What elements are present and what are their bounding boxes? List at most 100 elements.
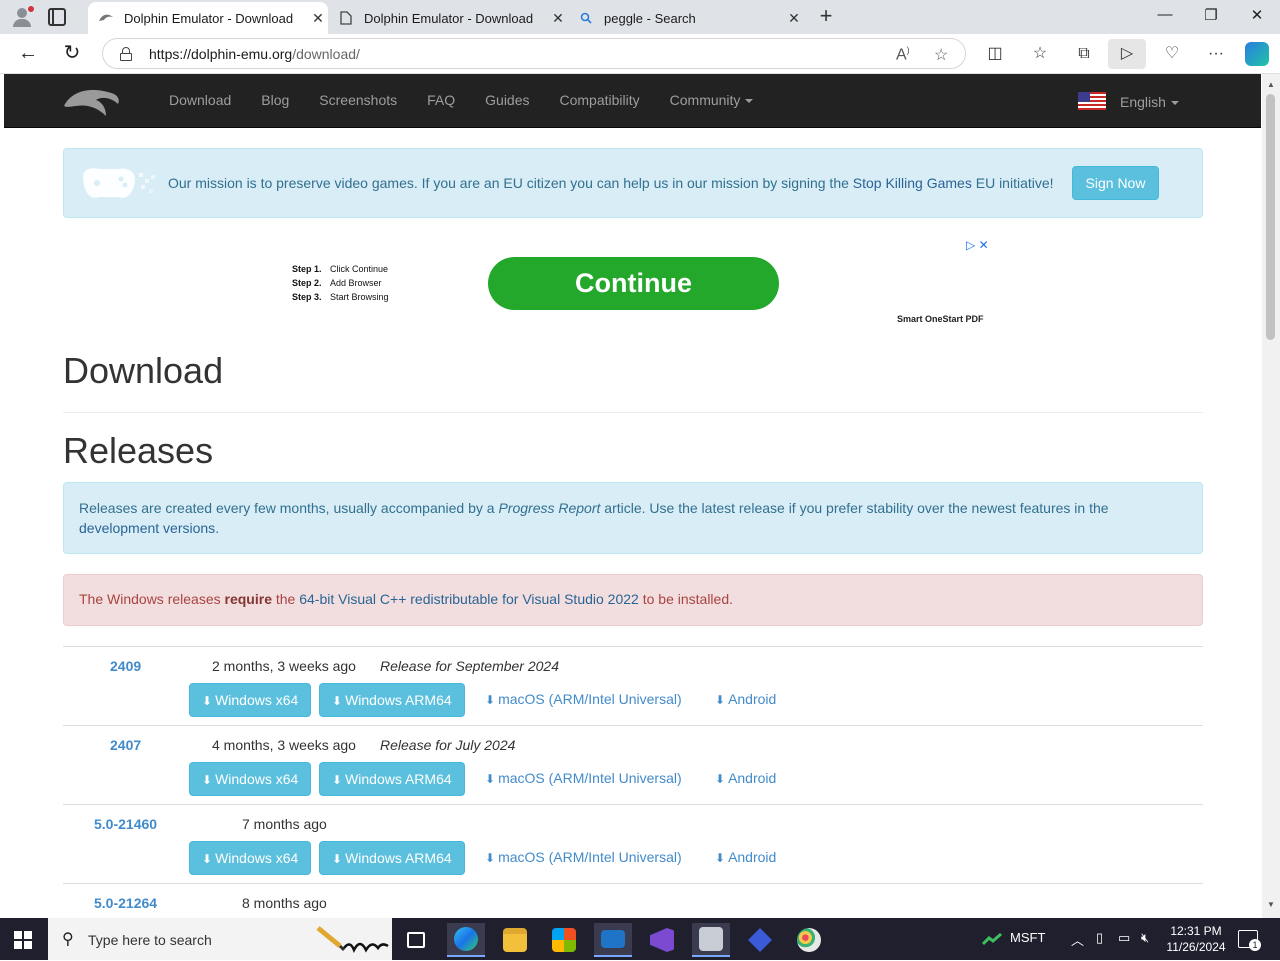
android-link[interactable]: ⬇ Android	[715, 691, 776, 707]
nav-faq[interactable]: FAQ	[412, 74, 470, 128]
search-icon	[578, 10, 594, 26]
visual-studio-icon[interactable]	[643, 923, 681, 957]
address-bar[interactable]: https://dolphin-emu.org/download/ A) ☆	[102, 38, 966, 69]
browser-essentials-icon[interactable]: ♡	[1162, 44, 1182, 64]
download-icon: ⬇	[202, 852, 213, 866]
stop-killing-games-link[interactable]: Stop Killing Games	[853, 175, 972, 191]
minimize-icon[interactable]: —	[1150, 6, 1180, 28]
refresh-icon[interactable]: ↻	[60, 42, 84, 66]
close-tab-icon[interactable]: ✕	[548, 10, 568, 27]
page-viewport: Download Blog Screenshots FAQ Guides Com…	[0, 74, 1262, 918]
macos-link[interactable]: ⬇ macOS (ARM/Intel Universal)	[485, 770, 682, 786]
windows-x64-button[interactable]: ⬇ Windows x64	[189, 762, 312, 796]
app-window-icon[interactable]	[692, 923, 730, 957]
button-label: Windows ARM64	[345, 692, 452, 708]
release-version-link[interactable]: 2407	[110, 737, 141, 753]
collections-icon[interactable]: ⧉	[1074, 44, 1094, 64]
macos-link[interactable]: ⬇ macOS (ARM/Intel Universal)	[485, 691, 682, 707]
development-versions-link[interactable]: development versions	[79, 520, 215, 536]
paint-icon[interactable]	[790, 923, 828, 957]
language-selector[interactable]: English	[1120, 92, 1179, 112]
device-icon[interactable]: ▯	[1096, 930, 1103, 946]
download-icon: ⬇	[485, 851, 496, 865]
page-title: Download	[63, 350, 224, 391]
dolphin-logo[interactable]	[62, 84, 122, 118]
release-version-link[interactable]: 5.0-21264	[94, 895, 157, 911]
tab-actions-icon[interactable]	[48, 8, 66, 26]
read-aloud-icon[interactable]: A)	[896, 45, 910, 64]
stock-widget[interactable]: MSFT	[981, 930, 1046, 946]
us-flag-icon[interactable]	[1078, 92, 1106, 110]
nav-download[interactable]: Download	[154, 74, 246, 128]
site-navbar: Download Blog Screenshots FAQ Guides Com…	[4, 74, 1261, 128]
browser-tab-1[interactable]: Dolphin Emulator - Download ✕	[88, 2, 328, 34]
nav-community[interactable]: Community	[655, 74, 769, 128]
back-icon[interactable]: ←	[16, 42, 40, 66]
url-host: https://dolphin-emu.org	[149, 46, 293, 62]
nav-screenshots[interactable]: Screenshots	[304, 74, 412, 128]
extension-icon[interactable]: ▷	[1108, 39, 1146, 69]
windows-arm64-button[interactable]: ⬇ Windows ARM64	[319, 683, 465, 717]
browser-tab-3[interactable]: peggle - Search ✕	[568, 2, 804, 34]
scroll-down-icon[interactable]: ▼	[1267, 900, 1275, 909]
nav-compatibility[interactable]: Compatibility	[545, 74, 655, 128]
more-options-icon[interactable]: ···	[1206, 44, 1226, 64]
stock-label: MSFT	[1010, 930, 1046, 945]
release-age: 4 months, 3 weeks ago	[212, 737, 356, 753]
profile-icon[interactable]	[8, 4, 36, 30]
copilot-icon[interactable]	[1245, 42, 1269, 66]
sign-now-button[interactable]: Sign Now	[1072, 166, 1159, 200]
new-tab-icon[interactable]: +	[814, 5, 838, 29]
restore-icon[interactable]: ❐	[1196, 6, 1226, 28]
chevron-up-icon[interactable]: ︿	[1071, 930, 1084, 949]
volume-muted-icon[interactable]: 🔇︎	[1141, 930, 1149, 946]
danger-text-after: to be installed.	[638, 591, 733, 607]
dolphin-favicon-icon	[98, 10, 114, 26]
nav-guides[interactable]: Guides	[470, 74, 544, 128]
windows-x64-button[interactable]: ⬇ Windows x64	[189, 683, 312, 717]
file-explorer-icon[interactable]	[496, 923, 534, 957]
page-scrollbar[interactable]: ▲ ▼	[1262, 74, 1280, 918]
release-version-link[interactable]: 5.0-21460	[94, 816, 157, 832]
microsoft-store-icon[interactable]	[545, 923, 583, 957]
notifications-icon[interactable]: 1	[1238, 930, 1261, 951]
download-icon: ⬇	[485, 693, 496, 707]
windows-x64-button[interactable]: ⬇ Windows x64	[189, 841, 312, 875]
network-icon[interactable]: ▭	[1118, 930, 1130, 946]
edge-icon[interactable]	[447, 923, 485, 957]
mail-icon[interactable]	[594, 923, 632, 957]
release-age: 7 months ago	[242, 816, 327, 832]
button-label: Windows x64	[215, 692, 299, 708]
windows-arm64-button[interactable]: ⬇ Windows ARM64	[319, 841, 465, 875]
page-icon	[338, 10, 354, 26]
split-screen-icon[interactable]: ◫	[985, 44, 1005, 64]
windows-start-icon[interactable]	[14, 931, 32, 949]
close-window-icon[interactable]: ✕	[1242, 6, 1272, 28]
chevron-down-icon	[745, 99, 754, 104]
url-text: https://dolphin-emu.org/download/	[149, 46, 360, 62]
lock-icon[interactable]	[120, 47, 132, 61]
button-label: Windows x64	[215, 850, 299, 866]
media-player-icon[interactable]	[741, 923, 779, 957]
clock-time: 12:31 PM	[1170, 924, 1222, 938]
favorite-star-icon[interactable]: ☆	[934, 45, 948, 65]
android-link[interactable]: ⬇ Android	[715, 770, 776, 786]
browser-tab-2[interactable]: Dolphin Emulator - Download ✕	[328, 2, 568, 34]
android-link[interactable]: ⬇ Android	[715, 849, 776, 865]
release-version-link[interactable]: 2409	[110, 658, 141, 674]
release-row: 2407 4 months, 3 weeks ago Release for J…	[63, 725, 1203, 804]
macos-link[interactable]: ⬇ macOS (ARM/Intel Universal)	[485, 849, 682, 865]
favorites-icon[interactable]: ☆	[1030, 44, 1050, 64]
scrollbar-thumb[interactable]	[1266, 94, 1275, 340]
nav-blog[interactable]: Blog	[246, 74, 304, 128]
ad-continue-button[interactable]: Continue	[488, 257, 779, 310]
close-tab-icon[interactable]: ✕	[784, 10, 804, 27]
windows-arm64-button[interactable]: ⬇ Windows ARM64	[319, 762, 465, 796]
task-view-icon[interactable]	[397, 923, 435, 957]
vc-redist-link[interactable]: 64-bit Visual C++ redistributable for Vi…	[299, 591, 639, 607]
scroll-up-icon[interactable]: ▲	[1267, 80, 1275, 89]
ad-choices-icon[interactable]: ▷ ✕	[966, 238, 989, 252]
close-tab-icon[interactable]: ✕	[308, 10, 328, 27]
taskbar-clock[interactable]: 12:31 PM 11/26/2024	[1164, 923, 1228, 955]
taskbar-search-box[interactable]: ⚲ Type here to search	[48, 918, 392, 960]
